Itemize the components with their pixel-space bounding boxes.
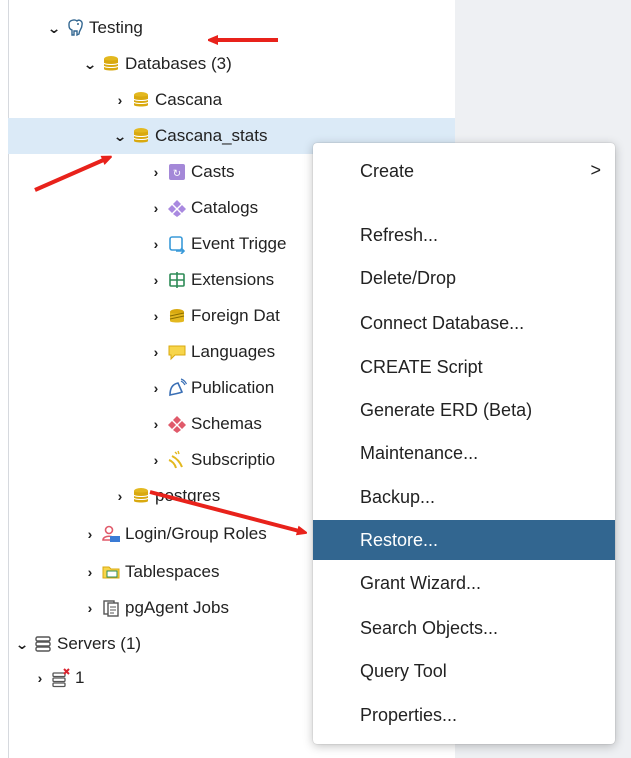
menu-item-label: Search Objects... <box>360 617 499 638</box>
menu-item-label: Query Tool <box>360 660 447 681</box>
postgres-elephant-icon <box>64 17 86 39</box>
menu-item-backup[interactable]: Backup... <box>313 477 615 517</box>
menu-item-label: Backup... <box>360 486 436 507</box>
tablespace-icon <box>100 561 122 583</box>
menu-item-label: Refresh... <box>360 224 439 245</box>
menu-item-create-script[interactable]: CREATE Script <box>313 347 615 387</box>
menu-item-create[interactable]: Create > <box>313 151 615 191</box>
menu-item-label: Connect Database... <box>360 312 525 333</box>
pgagent-jobs-icon <box>100 597 122 619</box>
tree-label: Cascana <box>155 90 223 109</box>
menu-item-label: Restore... <box>360 529 439 550</box>
chevron-right-icon[interactable]: › <box>146 452 166 468</box>
chevron-right-icon[interactable]: › <box>146 308 166 324</box>
menu-item-label: Delete/Drop <box>360 267 457 288</box>
tree-label: 1 <box>75 668 85 687</box>
tree-label: Foreign Dat <box>191 306 280 325</box>
chevron-right-icon[interactable]: › <box>110 92 130 108</box>
tree-label: postgres <box>155 486 221 505</box>
extensions-icon <box>166 269 188 291</box>
foreign-data-icon <box>166 305 188 327</box>
servers-icon <box>32 633 54 655</box>
server-disconnected-icon <box>50 667 72 689</box>
schemas-icon <box>166 413 188 435</box>
menu-item-maintenance[interactable]: Maintenance... <box>313 433 615 473</box>
menu-item-generate-erd[interactable]: Generate ERD (Beta) <box>313 390 615 430</box>
database-icon <box>130 125 152 147</box>
languages-icon <box>166 341 188 363</box>
tree-label: Servers (1) <box>57 634 142 653</box>
databases-icon <box>100 53 122 75</box>
tree-node-testing[interactable]: ⌄ Testing <box>8 10 455 46</box>
chevron-right-icon[interactable]: › <box>146 416 166 432</box>
catalogs-icon <box>166 197 188 219</box>
tree-label: pgAgent Jobs <box>125 598 229 617</box>
chevron-down-icon[interactable]: ⌄ <box>42 20 66 37</box>
casts-icon: ↻ <box>166 161 188 183</box>
tree-label: Cascana_stats <box>155 126 268 145</box>
chevron-down-icon[interactable]: ⌄ <box>108 128 132 145</box>
menu-item-connect-database[interactable]: Connect Database... <box>313 303 615 343</box>
chevron-right-icon[interactable]: › <box>146 236 166 252</box>
menu-item-label: Maintenance... <box>360 442 479 463</box>
publication-icon <box>166 377 188 399</box>
menu-item-label: CREATE Script <box>360 356 483 377</box>
menu-item-label: Grant Wizard... <box>360 572 482 593</box>
menu-item-properties[interactable]: Properties... <box>313 695 615 735</box>
subscription-icon <box>166 449 188 471</box>
menu-item-label: Generate ERD (Beta) <box>360 399 533 420</box>
chevron-right-icon[interactable]: › <box>80 600 100 616</box>
menu-item-label: Create <box>360 160 415 181</box>
chevron-right-icon[interactable]: › <box>110 488 130 504</box>
tree-label: Databases (3) <box>125 54 232 73</box>
tree-label: Schemas <box>191 414 262 433</box>
menu-item-query-tool[interactable]: Query Tool <box>313 651 615 691</box>
menu-item-search-objects[interactable]: Search Objects... <box>313 608 615 648</box>
chevron-right-icon[interactable]: › <box>80 526 100 542</box>
menu-item-restore[interactable]: Restore... <box>313 520 615 560</box>
chevron-right-icon[interactable]: › <box>146 344 166 360</box>
tree-label: Catalogs <box>191 198 259 217</box>
tree-label: Casts <box>191 162 235 181</box>
tree-label: Login/Group Roles <box>125 524 267 543</box>
tree-node-databases[interactable]: ⌄ Databases (3) <box>8 46 455 82</box>
chevron-down-icon[interactable]: ⌄ <box>78 56 102 73</box>
database-icon <box>130 485 152 507</box>
menu-item-delete-drop[interactable]: Delete/Drop <box>313 258 615 298</box>
menu-item-grant-wizard[interactable]: Grant Wizard... <box>313 563 615 603</box>
database-icon <box>130 89 152 111</box>
chevron-right-icon[interactable]: › <box>30 670 50 686</box>
tree-label: Subscriptio <box>191 450 276 469</box>
tree-label: Tablespaces <box>125 562 220 581</box>
menu-item-label: Properties... <box>360 704 458 725</box>
tree-label: Extensions <box>191 270 275 289</box>
chevron-right-icon[interactable]: › <box>146 200 166 216</box>
tree-node-cascana[interactable]: › Cascana <box>8 82 455 118</box>
chevron-right-icon[interactable]: › <box>146 272 166 288</box>
chevron-down-icon[interactable]: ⌄ <box>10 636 34 653</box>
submenu-chevron-icon: > <box>590 160 601 180</box>
event-trigger-icon <box>166 233 188 255</box>
chevron-right-icon[interactable]: › <box>146 380 166 396</box>
tree-label: Languages <box>191 342 276 361</box>
svg-text:↻: ↻ <box>173 169 181 180</box>
roles-icon <box>100 523 122 545</box>
tree-label: Event Trigge <box>191 234 287 253</box>
tree-label: Publication <box>191 378 275 397</box>
chevron-right-icon[interactable]: › <box>146 164 166 180</box>
tree-label: Testing <box>89 18 143 37</box>
chevron-right-icon[interactable]: › <box>80 564 100 580</box>
menu-item-refresh[interactable]: Refresh... <box>313 215 615 255</box>
context-menu: Create > Refresh... Delete/Drop Connect … <box>313 143 615 744</box>
